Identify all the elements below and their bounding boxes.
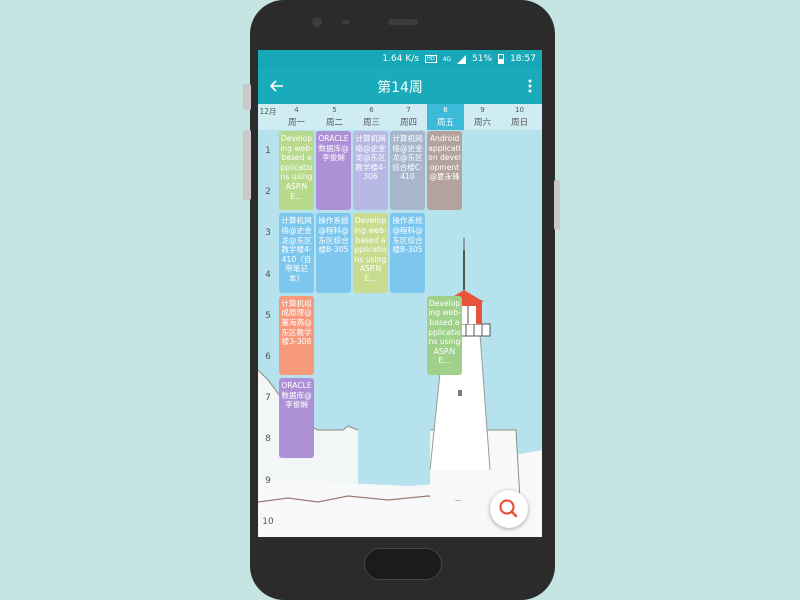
day-header: 10 周日: [501, 104, 538, 130]
day-name: 周一: [287, 118, 305, 128]
earpiece-speaker: [388, 19, 418, 25]
day-name: 周四: [399, 118, 417, 128]
day-date: 10: [515, 106, 524, 114]
period-number: 1: [265, 146, 271, 156]
volume-button[interactable]: [243, 130, 251, 200]
day-date: 9: [480, 106, 485, 114]
day-header: 9 周六: [464, 104, 501, 130]
course-card[interactable]: 计算机组成原理@董海燕@东区教学楼3-308: [279, 295, 314, 376]
period-number: 8: [265, 434, 271, 445]
home-button[interactable]: [364, 548, 442, 580]
clock: 18:57: [510, 54, 536, 64]
course-card[interactable]: Developing web-based applications using …: [427, 295, 462, 376]
day-header: 4 周一: [278, 104, 315, 130]
power-button[interactable]: [554, 180, 560, 230]
week-header: 12月 4 周一 5 周二 6 周三 7 周四 8 周五 9 周六 10 周日: [258, 104, 542, 130]
screen: 1.64 K/s HD 4G 51% 18:57 第14周 12月 4 周一 5 周二…: [258, 50, 542, 537]
search-icon: [499, 499, 518, 518]
period-number: 3: [265, 228, 271, 239]
day-name: 周五: [436, 118, 454, 128]
day-header: 8 周五: [427, 104, 464, 130]
period-number: 5: [265, 310, 271, 321]
day-header: 7 周四: [390, 104, 427, 130]
search-button[interactable]: [490, 490, 528, 528]
course-card[interactable]: 计算机网络@史金龙@东区教学楼4-410（自带笔记本）: [279, 213, 314, 293]
course-card[interactable]: 操作系统@程科@东区综合楼B-305: [316, 213, 351, 293]
more-vert-icon[interactable]: [524, 76, 536, 96]
status-bar: 1.64 K/s HD 4G 51% 18:57: [258, 50, 542, 68]
alert-slider[interactable]: [243, 84, 251, 110]
day-date: 7: [406, 106, 411, 114]
period-number: 6: [265, 352, 271, 362]
period-number: 2: [265, 187, 271, 198]
signal-icon: [457, 54, 467, 64]
app-bar: 第14周: [258, 68, 542, 104]
period-number: 7: [265, 393, 271, 404]
day-name: 周六: [473, 118, 491, 128]
month-label: 12月: [259, 107, 277, 116]
course-card[interactable]: 操作系统@程科@东区综合楼B-305: [390, 213, 425, 293]
hd-indicator: HD: [424, 55, 437, 63]
network-speed: 1.64 K/s: [382, 54, 419, 64]
day-header: 6 周三: [353, 104, 390, 130]
period-number: 10: [262, 516, 274, 527]
day-name: 周三: [362, 118, 380, 128]
day-name: 周二: [325, 118, 343, 128]
course-card[interactable]: Developing web-based applications using …: [353, 213, 388, 293]
course-card[interactable]: ORACLE数据库@李俊娴: [279, 378, 314, 458]
course-card[interactable]: 计算机网络@史金龙@东区综合楼C-410: [390, 131, 425, 211]
week-title[interactable]: 第14周: [258, 77, 542, 97]
day-name: 周日: [510, 118, 528, 128]
day-date: 4: [294, 106, 299, 114]
course-card[interactable]: 计算机网络@史金龙@东区教学楼4-306: [353, 131, 388, 211]
day-date: 5: [332, 106, 337, 114]
period-number: 9: [265, 475, 271, 486]
battery-percent: 51%: [472, 54, 493, 64]
day-header: 5 周二: [316, 104, 353, 130]
period-number: 4: [265, 269, 271, 280]
course-card[interactable]: Developing web-based applications using …: [279, 131, 314, 211]
course-card[interactable]: ORACLE数据库@李俊娴: [316, 131, 351, 211]
network-type: 4G: [442, 55, 452, 63]
battery-icon: [498, 54, 505, 64]
course-card[interactable]: Android application development@夏永锋: [427, 131, 462, 211]
proximity-sensor: [342, 20, 350, 24]
day-date: 6: [369, 106, 374, 114]
front-camera: [312, 17, 322, 27]
day-date: 8: [443, 106, 448, 114]
